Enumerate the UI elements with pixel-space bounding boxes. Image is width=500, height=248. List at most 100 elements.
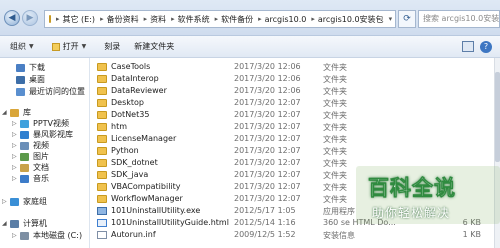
chevron-right-icon[interactable]: ▷	[12, 131, 20, 138]
sidebar-item-local-disk-c[interactable]: ▷ 本地磁盘 (C:)	[12, 230, 82, 241]
file-type: 文件夹	[323, 183, 347, 192]
scrollbar-thumb[interactable]	[495, 72, 500, 162]
sidebar-item-baofeng[interactable]: ▷ 暴风影视库	[12, 129, 73, 140]
burn-label: 刻录	[104, 42, 121, 51]
breadcrumb-separator: ▸	[258, 15, 262, 23]
list-item[interactable]: CaseTools 2017/3/20 12:06 文件夹	[91, 61, 494, 73]
sidebar-item-computer[interactable]: ◢ 计算机	[2, 218, 47, 229]
breadcrumb-item[interactable]: 资料	[150, 14, 166, 25]
file-name: SDK_java	[111, 170, 149, 179]
list-item[interactable]: DataReviewer 2017/3/20 12:06 文件夹	[91, 85, 494, 97]
file-name: LicenseManager	[111, 134, 177, 143]
file-name: Desktop	[111, 98, 144, 107]
watermark: 百科全说 助你轻松解决	[356, 164, 500, 234]
file-name: DotNet35	[111, 110, 150, 119]
sidebar-item-pptv[interactable]: ▷ PPTV视频	[12, 118, 69, 129]
chevron-down-icon[interactable]: ◢	[2, 220, 10, 227]
sidebar-item-libraries[interactable]: ◢ 库	[2, 107, 31, 118]
file-name: VBACompatibility	[111, 182, 181, 191]
command-toolbar: 组织 ▼ 打开 ▼ 刻录 新建文件夹 ?	[0, 36, 500, 58]
chevron-right-icon[interactable]: ▷	[12, 120, 20, 127]
list-item[interactable]: DotNet35 2017/3/20 12:07 文件夹	[91, 109, 494, 121]
file-date: 2012/5/17 1:05	[234, 206, 296, 215]
sidebar-item-recent-places[interactable]: 最近访问的位置	[16, 86, 85, 97]
folder-icon	[97, 147, 107, 155]
file-type: 应用程序	[323, 207, 355, 216]
organize-button[interactable]: 组织 ▼	[10, 41, 34, 52]
breadcrumb-item[interactable]: 备份资料	[107, 14, 139, 25]
file-date: 2009/12/5 1:52	[234, 230, 296, 239]
html-icon	[97, 219, 107, 227]
sidebar-item-documents[interactable]: ▷ 文档	[12, 162, 49, 173]
view-options-icon[interactable]	[462, 41, 474, 52]
computer-icon	[10, 219, 19, 228]
sidebar-item-homegroup[interactable]: ▷ 家庭组	[2, 196, 47, 207]
open-icon	[51, 42, 60, 51]
inf-icon	[97, 231, 107, 239]
chevron-right-icon[interactable]: ▷	[12, 232, 20, 239]
list-item[interactable]: Python 2017/3/20 12:07 文件夹	[91, 145, 494, 157]
list-item[interactable]: htm 2017/3/20 12:07 文件夹	[91, 121, 494, 133]
folder-icon	[97, 123, 107, 131]
documents-icon	[20, 163, 29, 172]
list-item[interactable]: LicenseManager 2017/3/20 12:07 文件夹	[91, 133, 494, 145]
chevron-right-icon[interactable]: ▷	[12, 153, 20, 160]
file-name: Python	[111, 146, 139, 155]
new-folder-button[interactable]: 新建文件夹	[134, 41, 174, 52]
burn-button[interactable]: 刻录	[104, 41, 120, 52]
list-item[interactable]: Desktop 2017/3/20 12:07 文件夹	[91, 97, 494, 109]
recent-places-icon	[16, 87, 25, 96]
file-name: 101UninstallUtility.exe	[111, 206, 201, 215]
chevron-right-icon[interactable]: ▷	[12, 164, 20, 171]
file-name: CaseTools	[111, 62, 151, 71]
sidebar-item-videos[interactable]: ▷ 视频	[12, 140, 49, 151]
file-type: 文件夹	[323, 147, 347, 156]
sidebar-item-pictures[interactable]: ▷ 图片	[12, 151, 49, 162]
chevron-right-icon[interactable]: ▷	[2, 198, 10, 205]
exe-icon	[97, 207, 107, 215]
folder-icon	[97, 171, 107, 179]
address-box[interactable]: ▸ 其它 (E:) ▸ 备份资料 ▸ 资料 ▸ 软件系统 ▸ 软件备份 ▸ ar…	[44, 10, 396, 28]
open-button[interactable]: 打开 ▼	[51, 41, 86, 52]
search-placeholder: 搜索 arcgis10.0安装包	[423, 14, 500, 23]
chevron-right-icon[interactable]: ▷	[12, 175, 20, 182]
breadcrumb-separator: ▸	[214, 15, 219, 23]
folder-icon	[97, 75, 107, 83]
breadcrumb-separator: ▸	[56, 15, 60, 23]
folder-icon	[97, 195, 107, 203]
file-type: 文件夹	[323, 111, 347, 120]
sidebar-item-music[interactable]: ▷ 音乐	[12, 173, 49, 184]
local-disk-icon	[20, 231, 29, 240]
chevron-right-icon[interactable]: ▷	[12, 142, 20, 149]
sidebar-item-label: 音乐	[33, 174, 49, 183]
pptv-video-icon	[20, 119, 29, 128]
libraries-icon	[10, 108, 19, 117]
breadcrumb-item[interactable]: 其它 (E:)	[63, 14, 96, 25]
breadcrumb-item[interactable]: 软件系统	[178, 14, 210, 25]
file-type: 文件夹	[323, 99, 347, 108]
breadcrumb-item[interactable]: arcgis10.0	[265, 15, 307, 24]
help-icon[interactable]: ?	[480, 41, 492, 53]
refresh-button[interactable]: ⟳	[398, 10, 416, 28]
folder-icon	[97, 135, 107, 143]
file-type: 文件夹	[323, 171, 347, 180]
chevron-down-icon[interactable]: ◢	[2, 109, 10, 116]
file-date: 2017/3/20 12:07	[234, 194, 301, 203]
file-date: 2017/3/20 12:07	[234, 110, 301, 119]
music-icon	[20, 174, 29, 183]
breadcrumb-item[interactable]: arcgis10.0安装包	[318, 14, 384, 25]
chevron-down-icon: ▼	[29, 43, 34, 50]
back-button[interactable]: ◀	[4, 10, 20, 26]
baofeng-icon	[20, 130, 29, 139]
sidebar-item-label: PPTV视频	[33, 119, 70, 128]
forward-button[interactable]: ▶	[22, 10, 38, 26]
breadcrumb-item[interactable]: 软件备份	[221, 14, 253, 25]
folder-icon	[97, 183, 107, 191]
list-item[interactable]: DataInterop 2017/3/20 12:06 文件夹	[91, 73, 494, 85]
sidebar-item-desktop[interactable]: 桌面	[16, 74, 45, 85]
search-input[interactable]: 搜索 arcgis10.0安装包	[418, 10, 500, 28]
file-date: 2017/3/20 12:07	[234, 170, 301, 179]
watermark-slogan: 助你轻松解决	[372, 206, 451, 220]
sidebar-item-downloads[interactable]: 下载	[16, 62, 45, 73]
file-type: 文件夹	[323, 75, 347, 84]
